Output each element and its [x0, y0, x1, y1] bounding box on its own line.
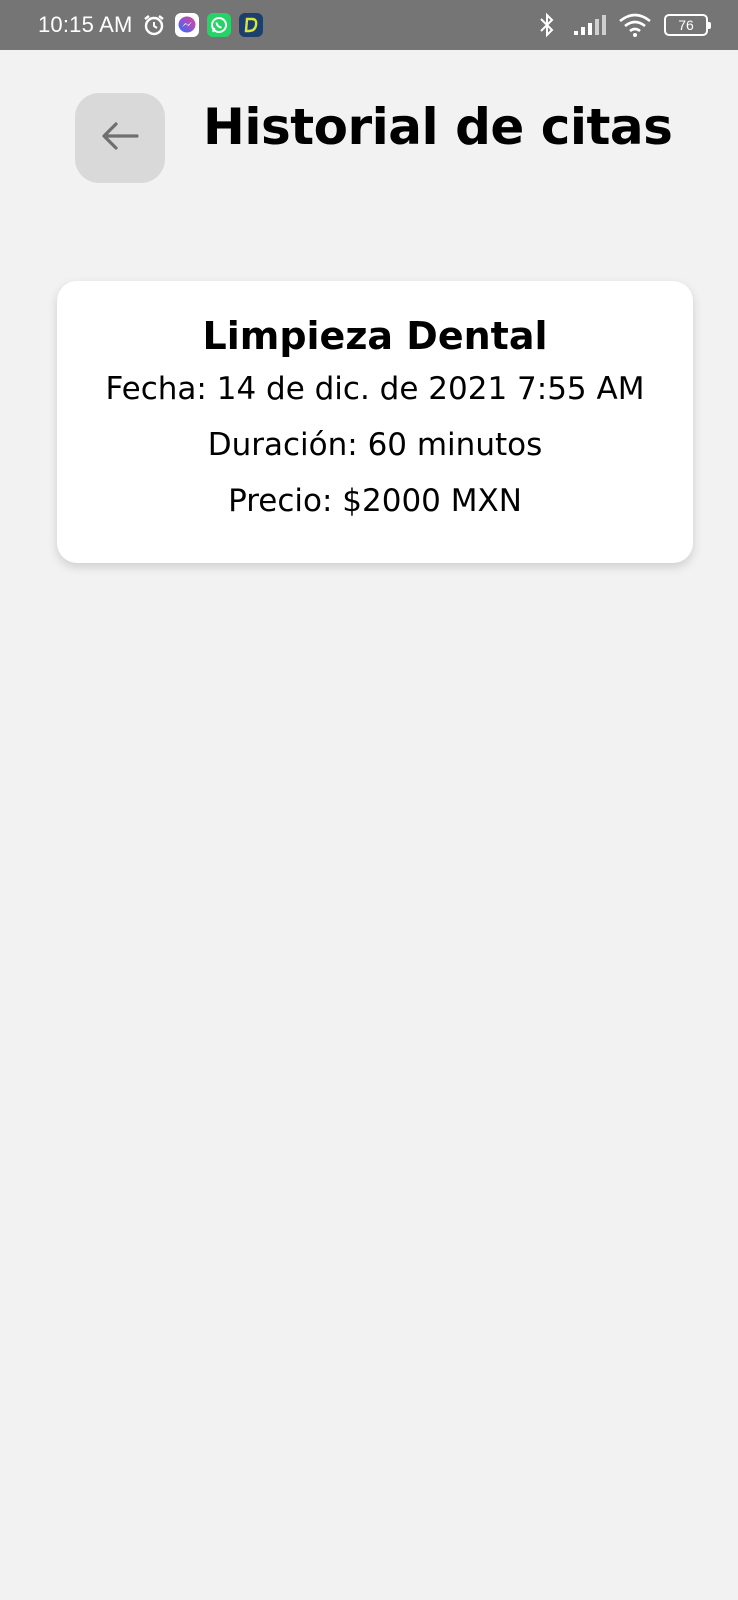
appointment-service: Limpieza Dental — [202, 314, 548, 358]
messenger-icon — [174, 13, 199, 37]
status-right: 76 — [534, 12, 711, 38]
appointment-date: Fecha: 14 de dic. de 2021 7:55 AM — [105, 371, 645, 407]
appointment-duration: Duración: 60 minutos — [207, 427, 543, 463]
status-bar: 10:15 AM 76 — [0, 0, 738, 50]
bluetooth-icon — [534, 12, 560, 38]
status-time: 10:15 AM — [38, 12, 133, 37]
appointment-card[interactable]: Limpieza Dental Fecha: 14 de dic. de 202… — [57, 281, 693, 563]
status-left: 10:15 AM — [38, 12, 263, 38]
whatsapp-icon — [206, 13, 231, 37]
dental-app-icon — [238, 13, 263, 37]
arrow-left-icon — [100, 121, 140, 155]
battery-icon: 76 — [664, 14, 711, 36]
appointment-price: Precio: $2000 MXN — [228, 483, 522, 519]
signal-icon — [572, 12, 606, 38]
page-title: Historial de citas — [203, 98, 673, 156]
wifi-icon — [618, 12, 652, 38]
back-button[interactable] — [75, 93, 165, 183]
alarm-icon — [141, 12, 167, 38]
